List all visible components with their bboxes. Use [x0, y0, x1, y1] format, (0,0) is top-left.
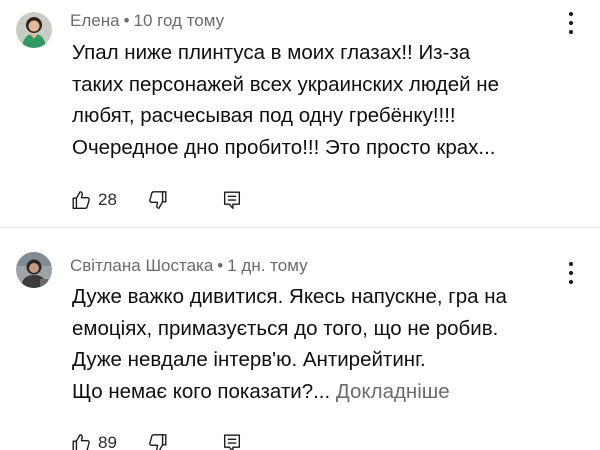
comment-text: Дуже важко дивитися. Якесь напускне, гра… — [72, 281, 592, 407]
comment-item: Елена • 10 год тому Упал ниже плинтуса в м… — [0, 0, 600, 225]
like-button[interactable]: 28 — [70, 189, 117, 211]
comment-time[interactable]: 10 год тому — [134, 11, 225, 30]
dislike-button[interactable] — [147, 189, 169, 211]
comment-text: Упал ниже плинтуса в моих глазах!! Из-за… — [72, 37, 592, 163]
comment-text-line: Дуже важко дивитися. Якесь напускне, гра… — [72, 285, 507, 308]
reply-icon — [223, 191, 240, 209]
read-more-link[interactable]: Докладніше — [336, 380, 450, 403]
like-count: 28 — [98, 190, 117, 209]
comment-text-line: Що немає кого показати?... Докладніше — [72, 376, 592, 408]
dislike-button[interactable] — [147, 432, 169, 450]
thumb-down-icon — [149, 434, 167, 450]
comment-text-line: Упал ниже плинтуса в моих глазах!! Из-за — [72, 41, 471, 64]
comment-meta: Елена • 10 год тому — [70, 11, 224, 31]
comment-actions: 28 — [70, 186, 243, 214]
avatar[interactable] — [16, 12, 52, 48]
comment-text-line: емоціях, примазується до того, що не роб… — [72, 316, 499, 340]
like-button[interactable]: 89 — [70, 432, 117, 450]
user-avatar-woman-icon — [16, 12, 52, 48]
like-count: 89 — [98, 433, 117, 450]
comment-text-line: таких персонажей всех украинских людей н… — [72, 72, 500, 96]
meta-separator: • — [217, 256, 224, 275]
comment-text-line-part: Що немає кого показати?... — [72, 379, 331, 403]
reply-button[interactable] — [221, 432, 243, 450]
comments-panel: Елена • 10 год тому Упал ниже плинтуса в м… — [0, 0, 600, 450]
meta-separator: • — [123, 11, 130, 30]
comment-meta: Світлана Шостака • 1 дн. тому — [70, 256, 308, 276]
comment-divider — [0, 227, 600, 228]
user-avatar-person-icon — [16, 252, 52, 288]
author-name[interactable]: Світлана Шостака — [70, 256, 213, 275]
comment-item: Світлана Шостака • 1 дн. тому Дуже важко д… — [0, 236, 600, 450]
comment-text-line: любят, расчесывая под одну гребёнку!!!! — [72, 104, 456, 127]
comment-actions: 89 — [70, 429, 243, 450]
comment-text-line: Дуже невдале інтерв'ю. Антирейтинг. — [72, 348, 426, 371]
avatar[interactable] — [16, 252, 52, 288]
author-name[interactable]: Елена — [70, 11, 120, 30]
thumb-up-icon — [72, 434, 90, 450]
reply-button[interactable] — [221, 189, 243, 211]
comment-time[interactable]: 1 дн. тому — [227, 256, 307, 275]
reply-icon — [223, 434, 240, 450]
comment-text-line: Очередное дно пробито!!! Это просто крах… — [72, 135, 496, 159]
thumb-up-icon — [72, 191, 90, 209]
more-vert-icon[interactable] — [564, 12, 578, 34]
thumb-down-icon — [149, 191, 167, 209]
